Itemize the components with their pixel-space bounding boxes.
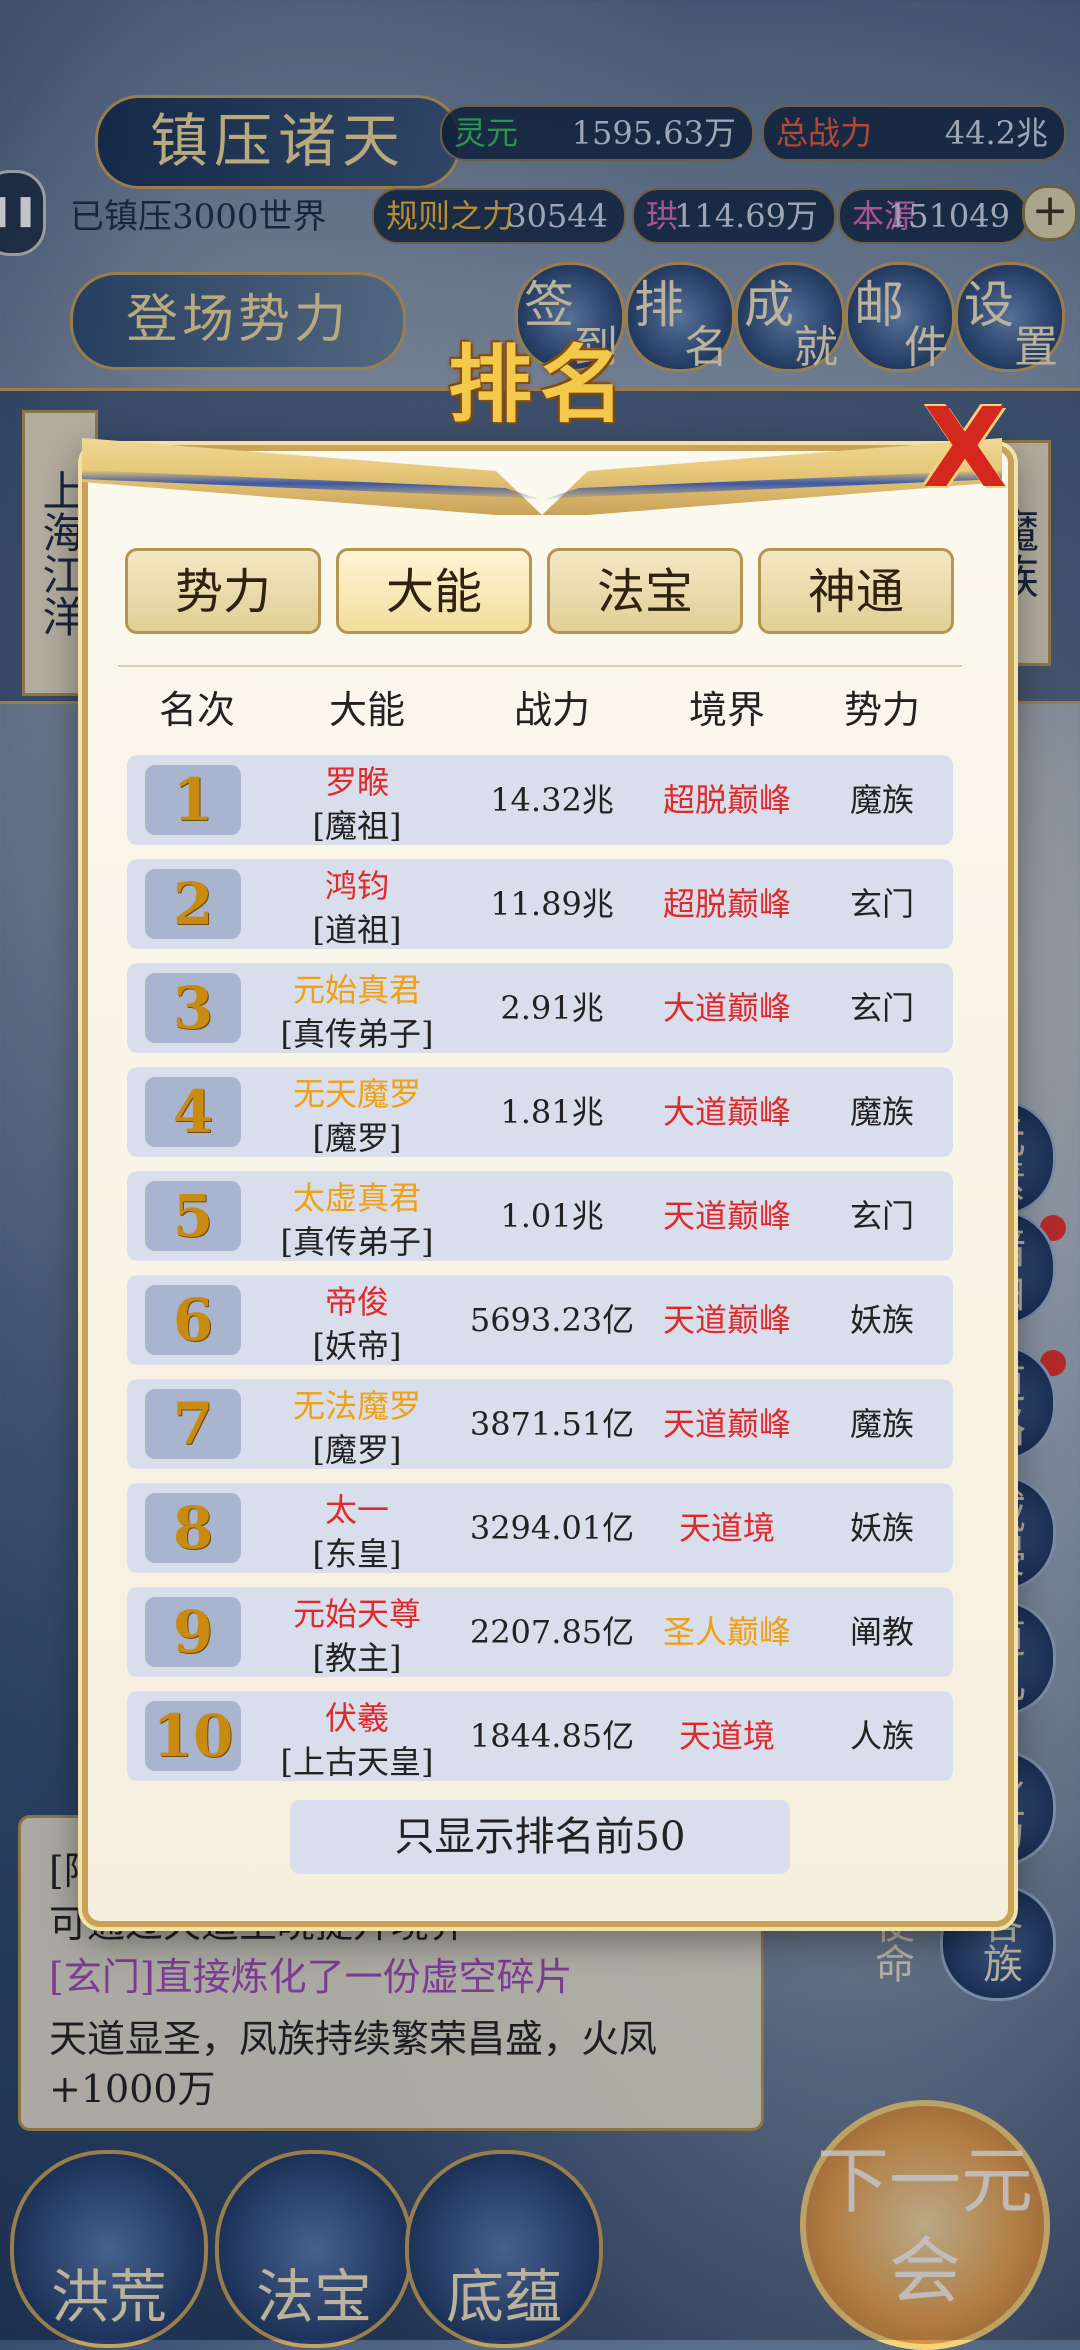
tab-treasures[interactable]: 法宝 [547,548,743,634]
faction-value: 人族 [849,1717,914,1755]
rank-number: 7 [145,1389,241,1459]
power-value: 3294.01亿 [469,1509,635,1547]
realm-value: 圣人巅峰 [662,1613,791,1651]
realm-value: 超脱巅峰 [662,781,791,819]
modal-title: 排名 [447,335,632,434]
expert-name: 罗睺 [324,763,389,801]
expert-name: 太虚真君 [292,1179,421,1217]
rank-number: 10 [145,1701,241,1771]
tab-forces[interactable]: 势力 [125,548,321,634]
faction-value: 魔族 [849,1405,914,1443]
top50-note: 只显示排名前50 [290,1800,790,1874]
rank-number: 9 [145,1597,241,1667]
faction-value: 玄门 [849,885,914,923]
power-value: 1844.85亿 [469,1717,635,1755]
power-value: 2.91兆 [500,989,604,1027]
header-expert: 大能 [328,688,405,732]
faction-value: 阐教 [849,1613,914,1651]
realm-value: 天道境 [678,1509,775,1547]
faction-value: 玄门 [849,989,914,1027]
expert-title: [教主] [312,1639,402,1677]
ranking-row[interactable]: 5 太虚真君 [真传弟子] 1.01兆 天道巅峰 玄门 [127,1171,953,1261]
ranking-row[interactable]: 10 伏羲 [上古天皇] 1844.85亿 天道境 人族 [127,1691,953,1781]
ranking-row[interactable]: 3 元始真君 [真传弟子] 2.91兆 大道巅峰 玄门 [127,963,953,1053]
power-value: 5693.23亿 [469,1301,635,1339]
expert-name: 帝俊 [324,1283,389,1321]
ranking-row[interactable]: 2 鸿钧 [道祖] 11.89兆 超脱巅峰 玄门 [127,859,953,949]
header-rank: 名次 [158,688,235,732]
faction-value: 魔族 [849,1093,914,1131]
expert-title: [魔祖] [312,807,402,845]
rank-number: 4 [145,1077,241,1147]
realm-value: 超脱巅峰 [662,885,791,923]
expert-title: [上古天皇] [280,1743,434,1781]
expert-name: 无法魔罗 [292,1387,421,1425]
tab-divider [118,665,962,667]
close-icon[interactable]: X [920,393,1010,503]
tab-abilities[interactable]: 神通 [758,548,954,634]
expert-title: [魔罗] [312,1431,402,1469]
power-value: 11.89兆 [490,885,614,923]
header-realm: 境界 [688,688,765,732]
rank-number: 3 [145,973,241,1043]
realm-value: 天道巅峰 [662,1405,791,1443]
expert-title: [真传弟子] [280,1223,434,1261]
rank-number: 6 [145,1285,241,1355]
ranking-row[interactable]: 8 太一 [东皇] 3294.01亿 天道境 妖族 [127,1483,953,1573]
realm-value: 天道巅峰 [662,1301,791,1339]
power-value: 1.01兆 [500,1197,604,1235]
expert-title: [东皇] [312,1535,402,1573]
rank-number: 8 [145,1493,241,1563]
power-value: 3871.51亿 [469,1405,635,1443]
header-power: 战力 [513,688,590,732]
expert-title: [魔罗] [312,1119,402,1157]
ranking-row[interactable]: 4 无天魔罗 [魔罗] 1.81兆 大道巅峰 魔族 [127,1067,953,1157]
faction-value: 妖族 [849,1509,914,1547]
tab-experts[interactable]: 大能 [336,548,532,634]
ranking-row[interactable]: 1 罗睺 [魔祖] 14.32兆 超脱巅峰 魔族 [127,755,953,845]
ranking-row[interactable]: 6 帝俊 [妖帝] 5693.23亿 天道巅峰 妖族 [127,1275,953,1365]
ranking-row[interactable]: 9 元始天尊 [教主] 2207.85亿 圣人巅峰 阐教 [127,1587,953,1677]
expert-name: 元始真君 [292,971,421,1009]
power-value: 1.81兆 [500,1093,604,1131]
rank-number: 5 [145,1181,241,1251]
ranking-row[interactable]: 7 无法魔罗 [魔罗] 3871.51亿 天道巅峰 魔族 [127,1379,953,1469]
expert-name: 伏羲 [324,1699,389,1737]
faction-value: 魔族 [849,781,914,819]
faction-value: 妖族 [849,1301,914,1339]
power-value: 2207.85亿 [469,1613,635,1651]
expert-title: [妖帝] [312,1327,402,1365]
header-faction: 势力 [843,688,920,732]
faction-value: 玄门 [849,1197,914,1235]
expert-title: [道祖] [312,911,402,949]
expert-name: 元始天尊 [292,1595,421,1633]
expert-name: 太一 [324,1491,389,1529]
expert-title: [真传弟子] [280,1015,434,1053]
rank-number: 1 [145,765,241,835]
realm-value: 大道巅峰 [662,989,791,1027]
realm-value: 大道巅峰 [662,1093,791,1131]
realm-value: 天道巅峰 [662,1197,791,1235]
realm-value: 天道境 [678,1717,775,1755]
expert-name: 鸿钧 [324,867,389,905]
expert-name: 无天魔罗 [292,1075,421,1113]
power-value: 14.32兆 [490,781,614,819]
rank-number: 2 [145,869,241,939]
